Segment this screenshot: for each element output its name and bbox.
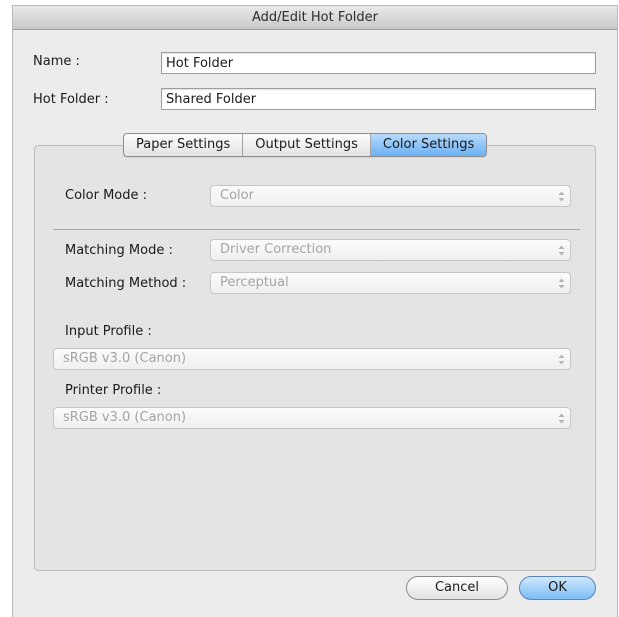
- matching-method-select[interactable]: Perceptual: [210, 272, 571, 294]
- input-profile-select[interactable]: sRGB v3.0 (Canon): [53, 348, 571, 370]
- printer-profile-select[interactable]: sRGB v3.0 (Canon): [53, 407, 571, 429]
- updown-arrows-icon: [552, 273, 570, 293]
- updown-arrows-icon: [552, 349, 570, 369]
- hot-folder-label: Hot Folder :: [33, 92, 109, 107]
- matching-method-label: Matching Method :: [65, 276, 187, 291]
- tab-paper-settings[interactable]: Paper Settings: [124, 134, 244, 156]
- updown-arrows-icon: [552, 186, 570, 206]
- updown-arrows-icon: [552, 240, 570, 260]
- updown-arrows-icon: [552, 408, 570, 428]
- section-divider: [53, 229, 580, 230]
- settings-tab-bar: Paper Settings Output Settings Color Set…: [123, 133, 488, 157]
- input-profile-label: Input Profile :: [65, 324, 152, 339]
- hot-folder-field[interactable]: Shared Folder: [161, 88, 596, 110]
- window-title: Add/Edit Hot Folder: [13, 6, 617, 30]
- matching-mode-label: Matching Mode :: [65, 243, 173, 258]
- name-field[interactable]: Hot Folder: [161, 52, 596, 74]
- cancel-button[interactable]: Cancel: [406, 576, 508, 600]
- printer-profile-label: Printer Profile :: [65, 383, 162, 398]
- color-mode-value: Color: [220, 188, 254, 203]
- matching-method-value: Perceptual: [220, 275, 289, 290]
- matching-mode-value: Driver Correction: [220, 242, 332, 257]
- color-mode-label: Color Mode :: [65, 188, 148, 203]
- tab-output-settings[interactable]: Output Settings: [243, 134, 371, 156]
- matching-mode-select[interactable]: Driver Correction: [210, 239, 571, 261]
- color-mode-select[interactable]: Color: [210, 185, 571, 207]
- name-label: Name :: [33, 54, 80, 69]
- printer-profile-value: sRGB v3.0 (Canon): [63, 410, 187, 425]
- tab-color-settings[interactable]: Color Settings: [370, 134, 487, 156]
- add-edit-hot-folder-dialog: Add/Edit Hot Folder Name : Hot Folder Ho…: [13, 6, 617, 617]
- ok-button[interactable]: OK: [519, 576, 596, 600]
- input-profile-value: sRGB v3.0 (Canon): [63, 351, 187, 366]
